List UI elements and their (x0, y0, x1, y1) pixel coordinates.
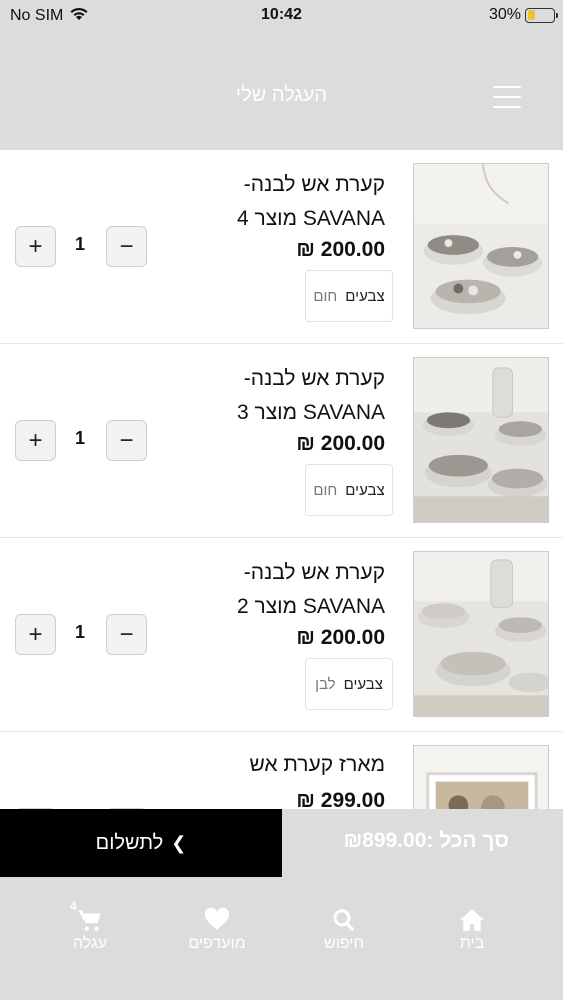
decrease-quantity-button[interactable]: − (106, 614, 147, 655)
tab-home[interactable]: בית (427, 907, 517, 953)
item-price: 200.00 ₪ (296, 626, 385, 649)
item-name: קערת אש לבנה- SAVANA מוצר 4 (145, 168, 385, 236)
quantity-value: 1 (74, 234, 85, 254)
tab-cart[interactable]: 4 עגלה (45, 899, 135, 953)
product-image[interactable] (413, 357, 549, 523)
item-name-line2: SAVANA מוצר 4 (237, 207, 385, 230)
option-label: צבעים (345, 287, 385, 305)
home-icon (427, 907, 517, 933)
page-title: העגלה שלי (235, 84, 328, 106)
item-name: קערת אש לבנה- SAVANA מוצר 3 (145, 362, 385, 430)
tab-search[interactable]: חיפוש (299, 907, 389, 953)
item-name-line2: SAVANA מוצר 2 (237, 595, 385, 618)
item-name-line1: קערת אש לבנה- (243, 173, 385, 196)
status-bar: No SIM 10:42 30% (0, 0, 563, 30)
header: העגלה שלי (0, 30, 563, 150)
quantity-value: 1 (74, 622, 85, 642)
quantity-value: 1 (74, 428, 85, 448)
option-value: לבן (315, 675, 336, 693)
increase-quantity-button[interactable]: + (15, 226, 56, 267)
hamburger-icon (493, 86, 521, 88)
checkout-button[interactable]: לתשלום ❮ (0, 809, 282, 877)
tab-favorites[interactable]: מועדפים (172, 907, 262, 953)
product-image[interactable] (413, 551, 549, 717)
item-option: צבעים לבן (305, 658, 393, 710)
tab-search-label: חיפוש (324, 935, 364, 952)
battery-icon (525, 7, 558, 23)
chevron-left-icon: ❮ (171, 832, 187, 853)
battery-percent: 30% (488, 6, 521, 23)
option-label: צבעים (345, 481, 385, 499)
total-bar: לתשלום ❮ סך הכל :₪899.00 (0, 809, 563, 877)
item-name: מארז קערת אש (145, 748, 385, 782)
battery-fill (527, 10, 535, 20)
menu-button[interactable] (493, 86, 521, 108)
item-name-line1: קערת אש לבנה- (243, 367, 385, 390)
cart-count-badge: 4 (70, 899, 77, 913)
tab-cart-label: עגלה (72, 935, 108, 952)
item-name-line1: מארז קערת אש (249, 753, 385, 776)
status-time: 10:42 (261, 6, 302, 23)
decrease-quantity-button[interactable]: − (106, 420, 147, 461)
option-label: צבעים (343, 675, 383, 693)
cart-list[interactable]: קערת אש לבנה- SAVANA מוצר 4 200.00 ₪ צבע… (0, 150, 563, 810)
item-option: צבעים חום (305, 464, 393, 516)
tab-bar: בית חיפוש מועדפים 4 עגלה (0, 877, 563, 1000)
product-image[interactable] (413, 745, 549, 810)
tab-home-label: בית (459, 935, 485, 952)
checkout-label: לתשלום (95, 831, 164, 854)
option-value: חום (313, 481, 338, 499)
status-right: 30% (488, 6, 558, 24)
cart-item[interactable]: קערת אש לבנה- SAVANA מוצר 4 200.00 ₪ צבע… (0, 150, 563, 344)
heart-icon (172, 907, 262, 933)
item-price: 200.00 ₪ (296, 432, 385, 455)
search-icon (299, 907, 389, 933)
tab-favorites-label: מועדפים (188, 935, 246, 952)
cart-icon (45, 907, 135, 933)
item-price: 299.00 ₪ (296, 789, 385, 810)
cart-total: סך הכל :₪899.00 (343, 829, 509, 852)
product-image[interactable] (413, 163, 549, 329)
increase-quantity-button[interactable]: + (15, 614, 56, 655)
cart-item[interactable]: קערת אש לבנה- SAVANA מוצר 3 200.00 ₪ צבע… (0, 344, 563, 538)
cart-item[interactable]: מארז קערת אש 299.00 ₪ − + (0, 732, 563, 810)
item-price: 200.00 ₪ (296, 238, 385, 261)
item-option: צבעים חום (305, 270, 393, 322)
decrease-quantity-button[interactable]: − (106, 226, 147, 267)
item-name: קערת אש לבנה- SAVANA מוצר 2 (145, 556, 385, 624)
item-name-line1: קערת אש לבנה- (243, 561, 385, 584)
cart-item[interactable]: קערת אש לבנה- SAVANA מוצר 2 200.00 ₪ צבע… (0, 538, 563, 732)
increase-quantity-button[interactable]: + (15, 420, 56, 461)
item-name-line2: SAVANA מוצר 3 (237, 401, 385, 424)
option-value: חום (313, 287, 338, 305)
